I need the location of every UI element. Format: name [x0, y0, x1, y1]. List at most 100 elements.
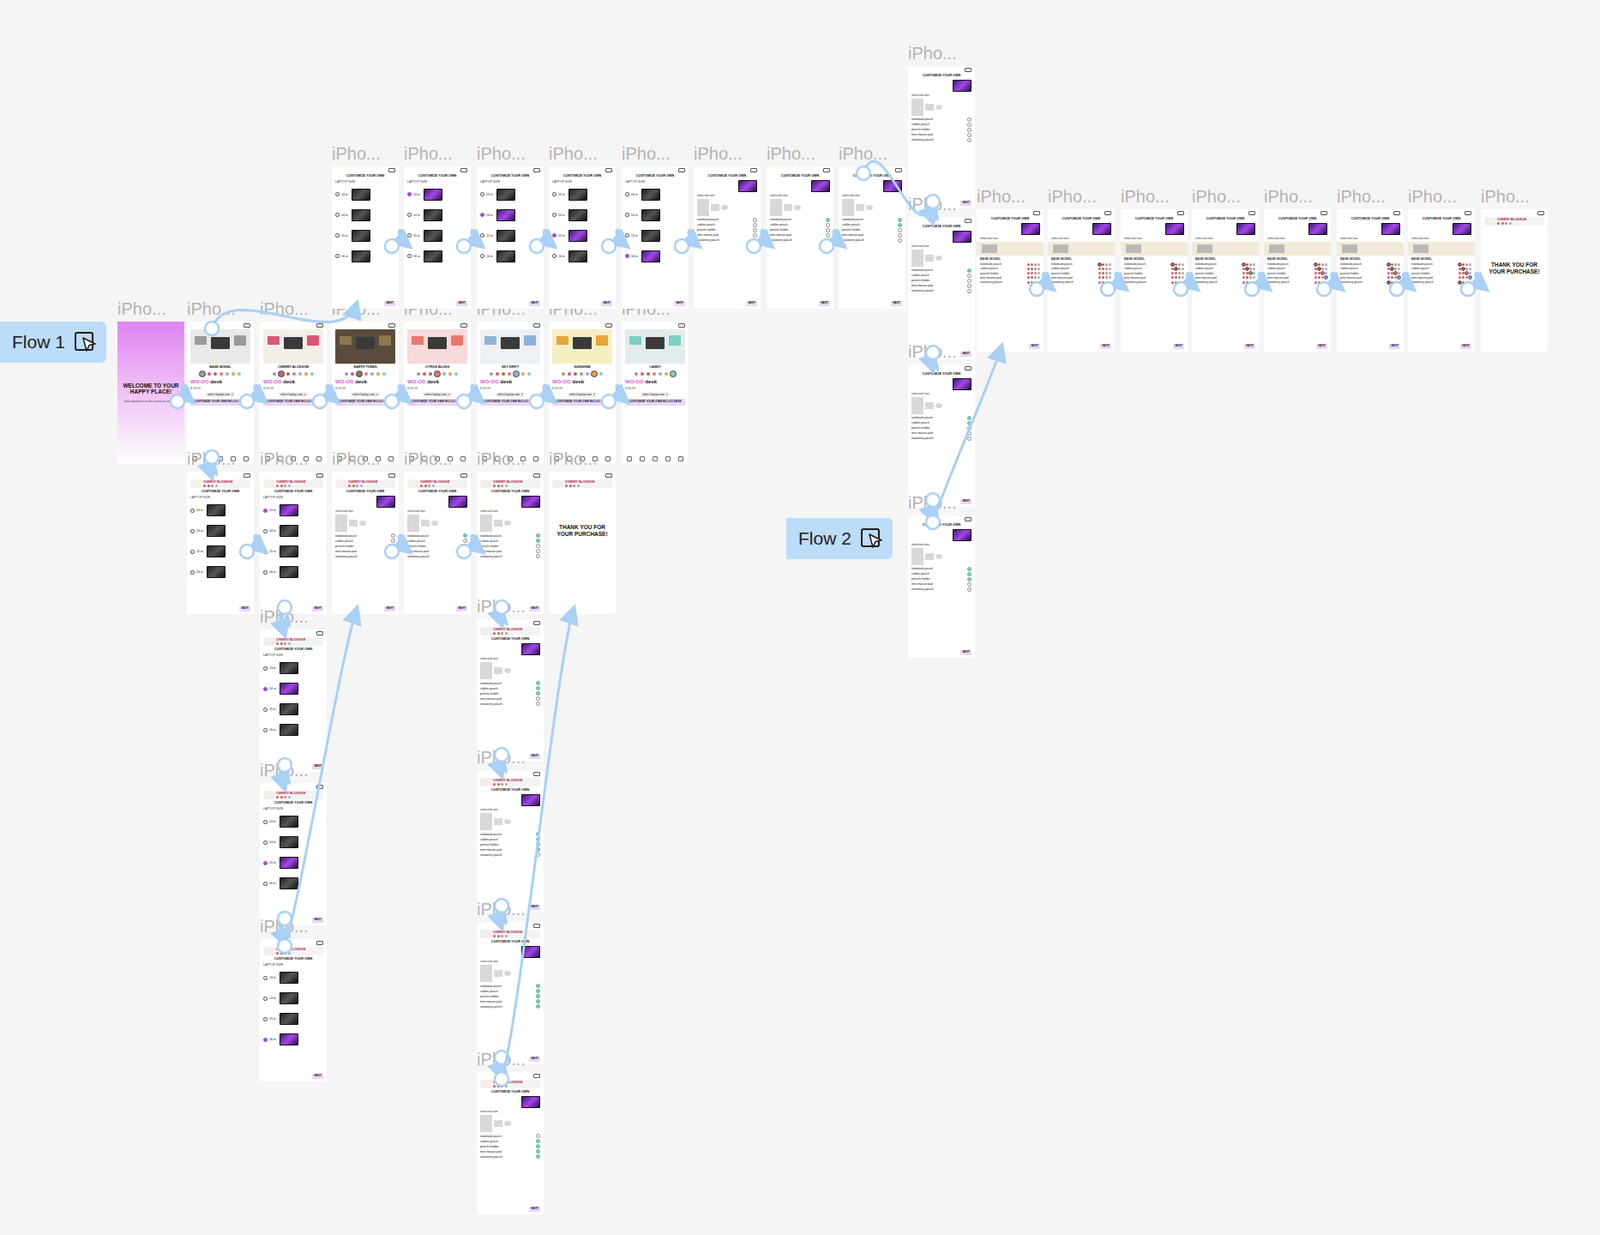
frame-label[interactable]: iPho... [1047, 186, 1097, 206]
accessory-row[interactable]: mini mouse pad [911, 582, 972, 587]
connection-handle[interactable] [384, 239, 399, 253]
color-dot[interactable] [352, 484, 355, 488]
checkbox[interactable] [967, 288, 972, 294]
accessory-row[interactable]: stationery pouch [911, 138, 972, 143]
frame-label[interactable]: iPho... [976, 186, 1026, 206]
color-dot[interactable] [1098, 263, 1101, 266]
theme-dot[interactable] [356, 371, 362, 377]
accessory-row[interactable]: pencils holder [911, 577, 972, 582]
color-dot[interactable] [1317, 271, 1321, 275]
color-dot[interactable] [432, 484, 435, 488]
connection-line[interactable] [1323, 272, 1342, 289]
connection-line[interactable] [246, 535, 265, 552]
size-option[interactable]: 14 in [407, 205, 468, 225]
color-dot[interactable] [1027, 263, 1030, 266]
next-button[interactable]: NEXT [1389, 343, 1401, 349]
next-button[interactable]: NEXT [384, 606, 396, 612]
connection-handle[interactable] [240, 544, 254, 559]
radio-button[interactable] [625, 233, 630, 238]
connection-line[interactable] [463, 535, 482, 552]
phone-frame[interactable]: EARTH TONES WO-OO desk $ 49.99 select la… [331, 321, 399, 464]
connection-line[interactable] [1107, 272, 1126, 289]
theme-dot[interactable] [350, 372, 355, 376]
frame-label[interactable]: iPho... [908, 493, 957, 512]
theme-dot[interactable] [579, 372, 584, 376]
radio-button[interactable] [263, 666, 268, 671]
checkbox[interactable] [967, 283, 972, 289]
size-option[interactable]: 13 in [625, 185, 686, 205]
checkbox[interactable] [535, 691, 541, 696]
size-option[interactable]: 14 in [263, 679, 324, 698]
frame-label[interactable]: iPho... [259, 760, 309, 780]
next-button[interactable]: NEXT [384, 300, 396, 307]
accessory-row[interactable]: notebook pouch [480, 983, 541, 988]
color-dot[interactable] [283, 795, 287, 799]
customize-button[interactable]: CUSTOMIZE YOUR OWN WO-OO DESK [480, 398, 541, 406]
checkbox[interactable] [967, 415, 972, 421]
accessory-row[interactable]: cables pouch [335, 538, 396, 543]
color-dot[interactable] [280, 795, 283, 799]
connection-line[interactable] [681, 229, 699, 247]
next-button[interactable]: NEXT [1172, 343, 1185, 349]
connection-line[interactable] [1396, 272, 1414, 289]
size-option[interactable]: 16 in [263, 562, 324, 582]
accessory-row[interactable]: mini mouse pad [1411, 276, 1472, 280]
connection-line[interactable] [608, 384, 627, 402]
checkbox[interactable] [897, 222, 903, 228]
theme-dot[interactable] [634, 372, 638, 376]
phone-frame[interactable]: CHERRY BLOSSOM CUSTOMIZE YOUR OWN select… [476, 769, 544, 913]
connection-handle[interactable] [494, 1050, 509, 1065]
color-dot[interactable] [1324, 271, 1328, 275]
checkbox[interactable] [752, 238, 758, 243]
color-dot[interactable] [1181, 271, 1185, 275]
accessory-row[interactable]: pencils holder [335, 543, 396, 548]
color-dot[interactable] [1098, 271, 1101, 275]
nav-icon[interactable] [678, 456, 684, 462]
checkbox[interactable] [463, 543, 468, 548]
color-dot[interactable] [497, 782, 500, 786]
accessory-row[interactable]: stationery pouch [480, 852, 541, 857]
checkbox[interactable] [390, 548, 396, 554]
accessory-row[interactable]: pencils holder [911, 127, 972, 133]
accessory-row[interactable]: pencils holder [980, 271, 1041, 276]
accessory-row[interactable]: stationery pouch [1411, 280, 1472, 284]
connection-handle[interactable] [926, 515, 940, 530]
color-dot[interactable] [1324, 263, 1328, 266]
theme-dot[interactable] [599, 372, 603, 376]
customize-button[interactable]: CUSTOMIZE YOUR OWN WO-OO DESK [552, 398, 613, 406]
color-dot[interactable] [1252, 271, 1256, 275]
accessory-row[interactable]: cables pouch [911, 122, 972, 127]
color-dot[interactable] [1317, 276, 1321, 279]
color-dot[interactable] [505, 631, 508, 635]
color-dot[interactable] [1321, 263, 1324, 266]
connection-line[interactable] [826, 229, 844, 247]
theme-dot[interactable] [527, 372, 531, 376]
accessory-row[interactable]: pencils holder [769, 228, 831, 233]
color-dot[interactable] [1171, 267, 1174, 271]
theme-dot[interactable] [364, 372, 368, 376]
color-dot[interactable] [1171, 276, 1174, 279]
color-dot[interactable] [1178, 267, 1181, 271]
size-option[interactable]: 14 in [625, 205, 686, 225]
connection-handle[interactable] [457, 394, 471, 409]
phone-frame[interactable]: CHERRY BLOSSOM THANK YOU FOR YOUR PURCHA… [548, 471, 616, 614]
theme-dot[interactable] [207, 372, 211, 376]
color-dot[interactable] [215, 484, 218, 488]
phone-frame[interactable]: CUSTOMIZE YOUR OWN selected size noteboo… [908, 216, 975, 360]
phone-frame[interactable]: CUSTOMIZE YOUR OWN selected size BASE MO… [1191, 209, 1259, 352]
size-select[interactable]: select laptop size▾ [640, 391, 670, 397]
connection-line[interactable] [1251, 272, 1270, 289]
customize-button[interactable]: CUSTOMIZE YOUR OWN WO-OO DESK [335, 398, 396, 406]
color-dot[interactable] [1504, 222, 1508, 225]
color-dot[interactable] [276, 642, 279, 645]
color-dot[interactable] [1397, 281, 1401, 284]
connection-handle[interactable] [204, 450, 219, 464]
frame-label[interactable]: iPho... [1407, 186, 1457, 206]
color-dot[interactable] [1242, 271, 1246, 275]
color-dot[interactable] [1317, 263, 1321, 266]
accessory-row[interactable]: notebook pouch [1411, 262, 1472, 266]
color-dot[interactable] [1465, 267, 1468, 271]
accessory-row[interactable]: pencils holder [480, 1143, 541, 1149]
frame-label[interactable]: iPho... [476, 899, 526, 919]
color-dot[interactable] [1394, 276, 1397, 279]
